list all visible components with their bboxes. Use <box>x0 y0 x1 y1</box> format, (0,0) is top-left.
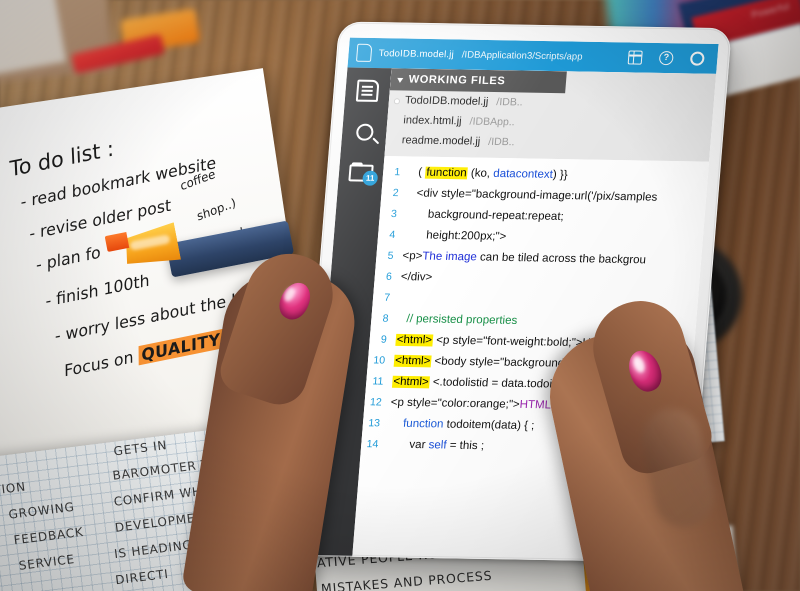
working-file-name: TodoIDB.model.jj <box>404 94 489 108</box>
line-number: 5 <box>387 249 394 262</box>
highlighted-token: function <box>424 166 469 180</box>
note-line: SERVICE <box>18 552 76 573</box>
titlebar-actions: ? <box>627 50 710 66</box>
code-token: var <box>408 438 430 452</box>
note-line: GROWING <box>7 499 76 522</box>
code-token: (ko, <box>467 167 494 180</box>
search-icon[interactable] <box>355 123 374 141</box>
working-file-path: /IDB.. <box>487 135 516 149</box>
code-token: height:200px;"> <box>425 229 507 243</box>
code-token: HTML font code is dor <box>519 398 634 413</box>
working-file-name: index.html.jj <box>402 114 463 128</box>
code-token: <p style="color:orange;"> <box>390 396 521 411</box>
todo-focus-prefix: Focus on <box>64 347 134 381</box>
working-files-panel: WORKING FILES TodoIDB.model.jj /IDB.. in… <box>384 68 717 162</box>
todo-highlight-quality: QUALITY <box>138 328 224 366</box>
tablet-screen[interactable]: TodoIDB.model.jj /IDBApplication3/Script… <box>308 37 719 563</box>
editor-content: WORKING FILES TodoIDB.model.jj /IDB.. in… <box>352 68 717 563</box>
note-line: CONFIRM WHET <box>112 482 220 509</box>
todo-title: To do list : <box>9 136 115 182</box>
code-editor[interactable]: 1 ( function (ko, datacontext) }} 2 <div st… <box>360 155 710 461</box>
note-line: FEEDBACK <box>12 524 85 548</box>
line-number: 4 <box>388 228 396 242</box>
line-number: 7 <box>383 291 391 304</box>
working-files-title: WORKING FILES <box>408 73 506 88</box>
todo-item: - plan fo <box>36 242 101 275</box>
line-source: <html> <.todolistid = data.todoidb; <box>391 372 569 396</box>
line-source: <p>The image can be tiled across the bac… <box>402 246 647 271</box>
code-token: <div style="background-image:url('/pix/s… <box>416 187 658 204</box>
code-token: <p style="font-weight:bold;">HTML fon <box>432 334 634 350</box>
line-number: 10 <box>372 354 386 367</box>
layout-panel-icon[interactable] <box>627 50 643 65</box>
line-number: 1 <box>393 166 401 179</box>
line-source: height:200px;"> <box>403 225 507 248</box>
working-file-path: /IDB.. <box>495 96 524 109</box>
line-number: 14 <box>366 438 379 451</box>
line-number: 9 <box>380 333 388 346</box>
book-label: Powerful <box>750 0 791 21</box>
note-line: BAROMOTER THAT <box>111 453 236 483</box>
desk-scene: Powerful ly we t To do list : - read boo… <box>0 0 800 591</box>
note-line: DEVELOPMENT <box>114 508 214 535</box>
highlighted-token: <html> <box>393 354 432 368</box>
line-number: 11 <box>371 375 384 388</box>
app-filename: TodoIDB.model.jj <box>378 47 455 60</box>
settings-gear-icon[interactable] <box>689 51 705 66</box>
help-icon[interactable]: ? <box>658 50 674 66</box>
line-source: ( function (ko, datacontext) }} <box>408 162 568 186</box>
working-files-header[interactable]: WORKING FILES <box>389 68 567 94</box>
highlighted-token: <html> <box>391 375 431 389</box>
line-source: function todoitem(data) { ; <box>388 414 535 437</box>
code-token: </div> <box>400 271 433 284</box>
line-number: 2 <box>392 187 400 200</box>
code-token: // persisted properties <box>406 313 518 327</box>
line-source: </div> <box>400 267 433 288</box>
working-file-item[interactable]: readme.model.jj /IDB.. <box>385 130 711 156</box>
code-token: <.todolistid = data.todoidb; <box>429 376 569 391</box>
code-token: background-repeat:repeat; <box>427 208 565 223</box>
code-token: datacontext <box>492 167 554 181</box>
code-token: <p> <box>402 250 423 263</box>
note-line: DIRECTI <box>114 566 170 588</box>
code-token: can be tiled across the backgrou <box>476 251 647 267</box>
app-body: 11 WORKING FILES TodoIDB.model.jj /IDB..… <box>308 67 717 563</box>
line-number: 8 <box>382 312 389 325</box>
line-number: 12 <box>369 396 383 409</box>
folder-icon[interactable]: 11 <box>348 164 379 186</box>
line-source: background-repeat:repeat; <box>405 204 565 228</box>
chevron-down-icon <box>396 77 404 83</box>
todo-highlight-suffix: ! <box>228 326 235 348</box>
working-file-name: readme.model.jj <box>401 134 481 148</box>
code-token: function <box>402 417 444 431</box>
line-source: // persisted properties <box>397 309 518 332</box>
working-file-path: /IDBApp.. <box>469 115 516 129</box>
code-token: self <box>428 439 448 452</box>
code-line[interactable]: 14 var self = this ; <box>360 434 686 461</box>
app-filepath: /IDBApplication3/Scripts/app <box>461 49 583 63</box>
note-line: TION <box>0 479 27 498</box>
todo-side-note: shop..) <box>195 195 238 224</box>
tablet-device: TodoIDB.model.jj /IDBApplication3/Script… <box>296 21 732 563</box>
note-line: MISTAKES AND PROCESS <box>320 567 493 591</box>
todo-item: - finish 100th <box>45 270 150 311</box>
folder-badge-count: 11 <box>362 170 379 186</box>
code-token: ) }} <box>552 168 569 182</box>
code-token: The image <box>421 250 478 264</box>
document-icon <box>355 43 373 62</box>
code-token: <body style="background-color:yellowg <box>430 355 636 371</box>
code-token: = this ; <box>446 439 485 453</box>
unsaved-dot-icon <box>393 98 401 105</box>
line-number: 6 <box>385 270 393 283</box>
highlighted-token: <html> <box>395 333 434 347</box>
code-token: todoitem(data) { ; <box>442 418 535 433</box>
note-line: IS HEADING IN <box>113 535 212 562</box>
line-number: 3 <box>390 208 398 221</box>
line-number: 13 <box>367 417 381 430</box>
documents-icon[interactable] <box>355 79 380 102</box>
line-source: var self = this ; <box>386 435 485 458</box>
